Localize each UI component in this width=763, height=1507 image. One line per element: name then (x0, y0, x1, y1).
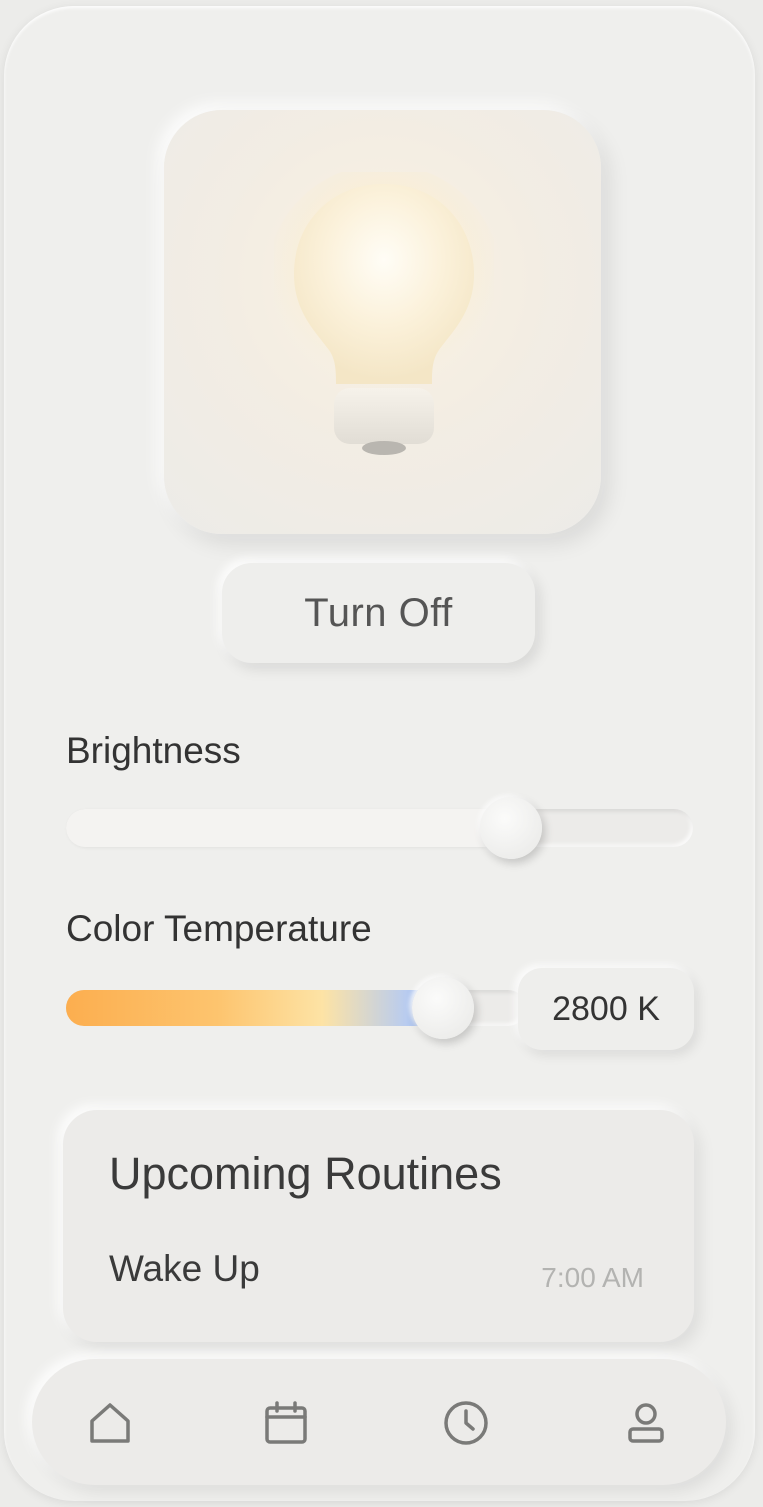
routines-title: Upcoming Routines (109, 1148, 502, 1199)
brightness-slider-fill (66, 809, 511, 847)
calendar-icon[interactable] (262, 1399, 310, 1447)
routine-name: Wake Up (109, 1248, 260, 1289)
brightness-slider[interactable] (66, 797, 693, 859)
color-temperature-value: 2800 K (518, 968, 694, 1050)
lightbulb-icon (274, 172, 494, 455)
color-temperature-slider-thumb[interactable] (412, 977, 474, 1039)
routine-time: 7:00 AM (541, 1262, 644, 1293)
profile-icon[interactable] (622, 1399, 670, 1447)
brightness-slider-thumb[interactable] (480, 797, 542, 859)
clock-icon[interactable] (442, 1399, 490, 1447)
color-temperature-slider-fill (66, 990, 443, 1026)
light-preview-card[interactable] (164, 110, 601, 534)
bottom-nav-bar (32, 1359, 726, 1485)
color-temperature-label: Color Temperature (66, 908, 372, 949)
upcoming-routines-card: Upcoming Routines Wake Up 7:00 AM (63, 1110, 694, 1342)
home-icon[interactable] (86, 1399, 134, 1447)
turn-off-button[interactable]: Turn Off (222, 563, 535, 663)
brightness-label: Brightness (66, 730, 241, 771)
app-screen: Turn Off Brightness Color Temperature 28… (4, 6, 755, 1501)
color-temperature-slider[interactable] (66, 977, 526, 1039)
